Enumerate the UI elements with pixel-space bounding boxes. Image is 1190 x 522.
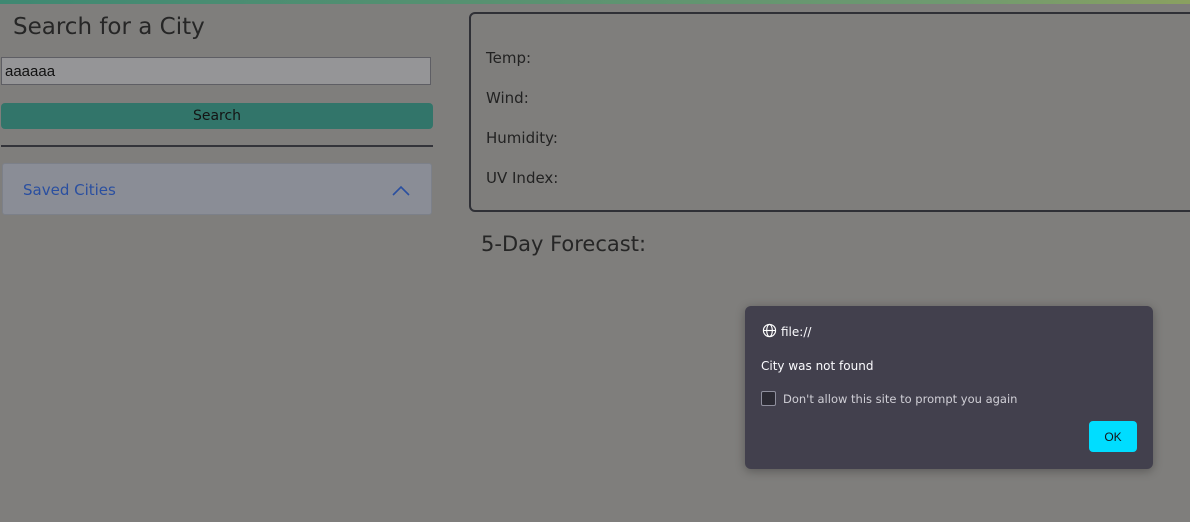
- saved-cities-accordion[interactable]: Saved Cities: [2, 163, 432, 215]
- humidity-label: Humidity:: [486, 129, 558, 147]
- wind-label: Wind:: [486, 89, 529, 107]
- alert-dialog: file:// City was not found Don't allow t…: [745, 306, 1153, 469]
- forecast-title: 5-Day Forecast:: [481, 232, 647, 256]
- temp-label: Temp:: [486, 49, 532, 67]
- dialog-message: City was not found: [761, 359, 874, 373]
- current-weather-card: Temp: Wind: Humidity: UV Index:: [469, 12, 1190, 212]
- prompt-again-label[interactable]: Don't allow this site to prompt you agai…: [783, 392, 1017, 406]
- dialog-origin-text: file://: [781, 325, 812, 339]
- top-gradient-bar: [0, 0, 1190, 4]
- saved-cities-label: Saved Cities: [23, 181, 116, 199]
- search-title: Search for a City: [13, 14, 205, 40]
- city-search-input[interactable]: [1, 57, 431, 85]
- prompt-again-checkbox-row[interactable]: Don't allow this site to prompt you agai…: [761, 391, 1017, 406]
- globe-icon: [762, 323, 777, 341]
- divider: [1, 145, 433, 147]
- search-button[interactable]: Search: [1, 103, 433, 129]
- prompt-again-checkbox[interactable]: [761, 391, 776, 406]
- chevron-up-icon[interactable]: [391, 182, 411, 201]
- uv-index-label: UV Index:: [486, 169, 559, 187]
- dialog-origin: file://: [762, 323, 811, 341]
- ok-button[interactable]: OK: [1089, 421, 1137, 452]
